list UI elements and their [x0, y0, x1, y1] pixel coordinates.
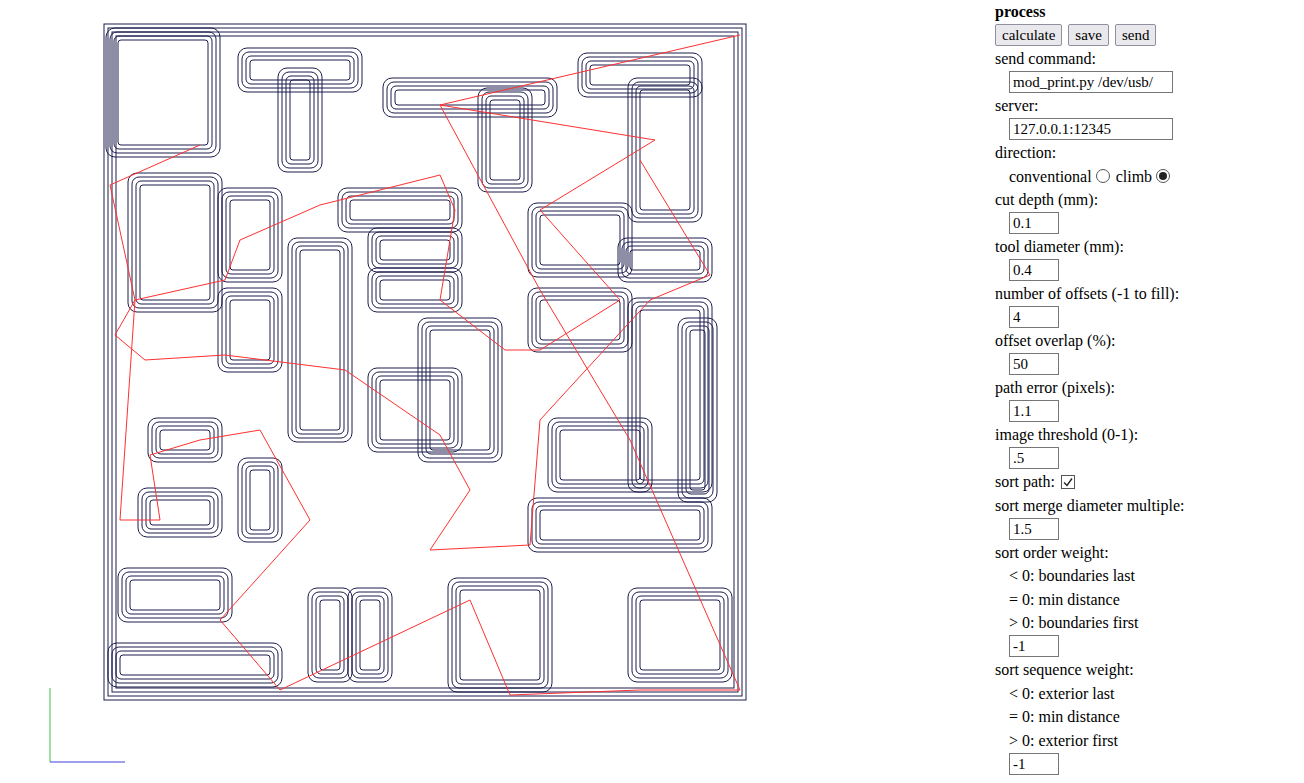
trace-path	[528, 498, 712, 552]
field-note: < 0: boundaries last	[995, 564, 1184, 588]
field-label: sort path:	[995, 470, 1055, 494]
app: processcalculate save sendsend command:mod…	[0, 0, 1304, 783]
process-panel: processcalculate save sendsend command:mod…	[995, 0, 1184, 783]
trace-path	[448, 578, 552, 692]
trace-path	[478, 88, 532, 192]
field: server:127.0.0.1:12345	[995, 94, 1184, 141]
x-axis	[50, 762, 125, 763]
y-axis	[50, 688, 51, 762]
field-note: < 0: exterior last	[995, 682, 1184, 706]
trace-path	[348, 588, 392, 682]
field-label: cut depth (mm):	[995, 188, 1184, 212]
trace-path	[218, 288, 282, 372]
trace-path	[338, 188, 462, 232]
trace-path	[618, 238, 712, 282]
trace-path	[238, 458, 282, 542]
field-note: > 0: exterior first	[995, 729, 1184, 753]
field-label: direction:	[995, 141, 1184, 165]
trace-path	[528, 288, 632, 352]
trace-path	[678, 318, 717, 502]
field: sort order weight:< 0: boundaries last= …	[995, 541, 1184, 659]
field-note: = 0: min distance	[995, 588, 1184, 612]
trace-path	[368, 368, 462, 452]
field: sort sequence weight:< 0: exterior last=…	[995, 658, 1184, 776]
field-input[interactable]: 4	[1009, 306, 1059, 328]
field-note: > 0: boundaries first	[995, 611, 1184, 635]
field: image threshold (0-1):.5	[995, 423, 1184, 470]
board-outline	[112, 32, 738, 692]
trace-path	[106, 28, 220, 157]
field-label: image threshold (0-1):	[995, 423, 1184, 447]
board-outline	[108, 28, 742, 696]
action-button[interactable]: send	[1115, 24, 1157, 46]
board-outline	[104, 24, 746, 700]
field-input[interactable]: 0.1	[1009, 212, 1059, 234]
field-input[interactable]: 0.4	[1009, 259, 1059, 281]
radio-option[interactable]: conventional	[1009, 165, 1110, 189]
trace-path	[118, 568, 232, 622]
radio-icon[interactable]	[1156, 169, 1170, 183]
trace-path	[138, 488, 222, 537]
trace-path	[628, 588, 732, 682]
trace-path	[238, 48, 362, 92]
trace-path	[278, 68, 322, 172]
field-input[interactable]: 1.5	[1009, 518, 1059, 540]
trace-path	[108, 643, 282, 687]
field: number of offsets (-1 to fill):4	[995, 282, 1184, 329]
checkbox-field: sort path:	[995, 470, 1184, 494]
board-outline	[116, 36, 734, 688]
trace-path	[148, 418, 222, 462]
field: send command:mod_print.py /dev/usb/	[995, 47, 1184, 94]
field-label: path error (pixels):	[995, 376, 1184, 400]
trace-path	[308, 588, 352, 682]
field-label: sort sequence weight:	[995, 658, 1184, 682]
field-input[interactable]: 50	[1009, 353, 1059, 375]
field-label: number of offsets (-1 to fill):	[995, 282, 1184, 306]
trace-path	[288, 238, 352, 442]
field: tool diameter (mm):0.4	[995, 235, 1184, 282]
toolpath-view[interactable]	[0, 0, 995, 783]
field-input[interactable]: -1	[1009, 753, 1059, 775]
field-input[interactable]: mod_print.py /dev/usb/	[1009, 71, 1173, 93]
field-input[interactable]: .5	[1009, 447, 1059, 469]
field: direction:conventional climb	[995, 141, 1184, 188]
field-input[interactable]: 1.1	[1009, 400, 1059, 422]
action-button[interactable]: save	[1068, 24, 1109, 46]
field-label: tool diameter (mm):	[995, 235, 1184, 259]
check-icon	[1062, 476, 1074, 488]
field: cut depth (mm):0.1	[995, 188, 1184, 235]
trace-path	[418, 318, 502, 462]
field-label: offset overlap (%):	[995, 329, 1184, 353]
field-input[interactable]: 127.0.0.1:12345	[1009, 118, 1173, 140]
travel-path	[110, 35, 740, 350]
action-button[interactable]: calculate	[995, 24, 1062, 46]
field: path error (pixels):1.1	[995, 376, 1184, 423]
trace-path	[368, 268, 462, 312]
checkbox[interactable]	[1061, 475, 1075, 489]
panel-title: process	[995, 0, 1184, 24]
radio-option[interactable]: climb	[1116, 165, 1170, 189]
field-note: = 0: min distance	[995, 705, 1184, 729]
field-label: sort merge diameter multiple:	[995, 494, 1184, 518]
field-label: send command:	[995, 47, 1184, 71]
radio-icon[interactable]	[1096, 169, 1110, 183]
field: sort merge diameter multiple:1.5	[995, 494, 1184, 541]
radio-label: climb	[1116, 165, 1152, 189]
trace-path	[218, 188, 282, 282]
field: offset overlap (%):50	[995, 329, 1184, 376]
radio-label: conventional	[1009, 165, 1092, 189]
field-label: server:	[995, 94, 1184, 118]
travel-path	[115, 105, 740, 695]
field-input[interactable]: -1	[1009, 635, 1059, 657]
field-label: sort order weight:	[995, 541, 1184, 565]
